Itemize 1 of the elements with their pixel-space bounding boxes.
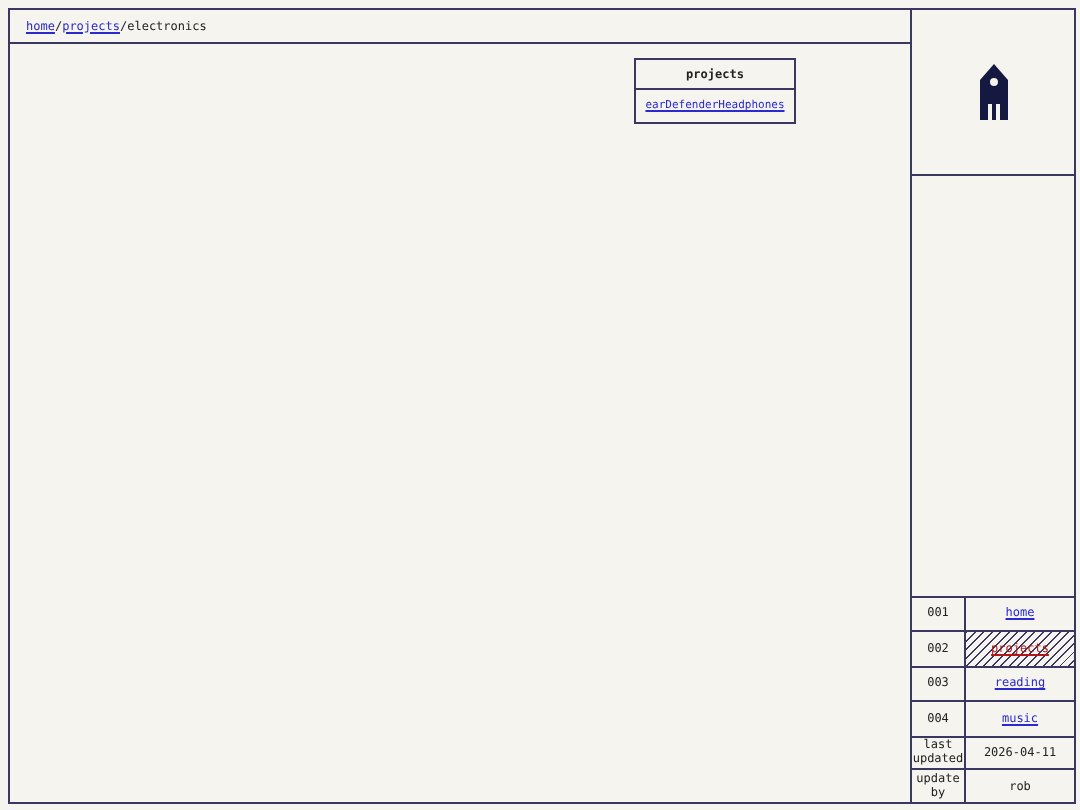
- person-logo-icon: [979, 64, 1007, 120]
